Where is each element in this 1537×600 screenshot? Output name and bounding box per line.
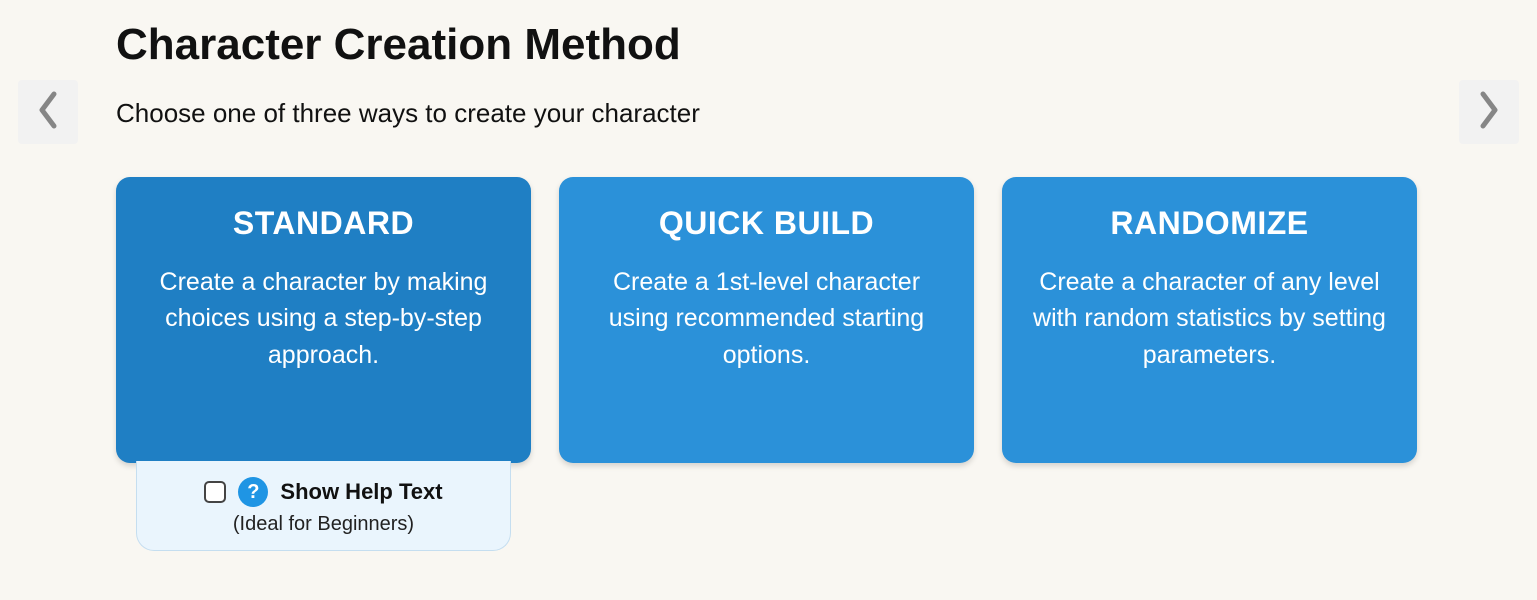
method-card-randomize[interactable]: RANDOMIZE Create a character of any leve… [1002,177,1417,463]
help-text-label[interactable]: Show Help Text [280,479,442,505]
help-text-panel: ? Show Help Text (Ideal for Beginners) [136,461,511,551]
card-title: QUICK BUILD [585,205,948,242]
method-card-quick-build[interactable]: QUICK BUILD Create a 1st-level character… [559,177,974,463]
chevron-left-icon [34,90,62,135]
main-content: Character Creation Method Choose one of … [116,20,1417,463]
card-description: Create a character of any level with ran… [1028,264,1391,373]
next-button[interactable] [1459,80,1519,144]
chevron-right-icon [1475,90,1503,135]
page-title: Character Creation Method [116,20,1417,70]
card-title: RANDOMIZE [1028,205,1391,242]
method-card-standard[interactable]: STANDARD Create a character by making ch… [116,177,531,463]
card-description: Create a character by making choices usi… [142,264,505,373]
prev-button[interactable] [18,80,78,144]
card-description: Create a 1st-level character using recom… [585,264,948,373]
method-cards: STANDARD Create a character by making ch… [116,177,1417,463]
card-title: STANDARD [142,205,505,242]
help-text-subtitle: (Ideal for Beginners) [147,513,500,536]
help-text-checkbox[interactable] [204,481,226,503]
question-icon: ? [238,477,268,507]
help-row: ? Show Help Text [147,477,500,507]
page-subtitle: Choose one of three ways to create your … [116,98,1417,129]
